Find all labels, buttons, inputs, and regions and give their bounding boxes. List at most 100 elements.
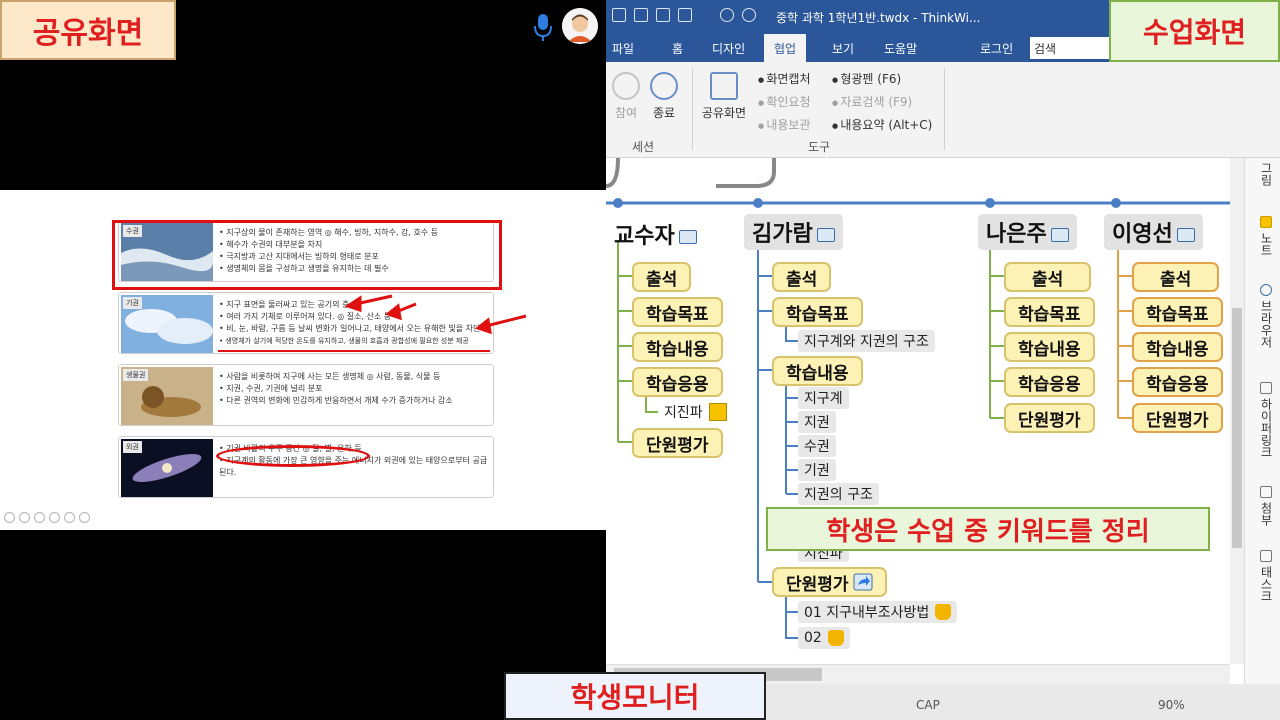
side-tab-label: 첨부 [1259, 502, 1273, 526]
mindmap-node[interactable]: 출석 [632, 262, 692, 292]
mindmap-leaf[interactable]: 지권 [798, 411, 836, 433]
open-file-icon[interactable] [656, 8, 670, 22]
ribbon-separator [944, 68, 945, 150]
microphone-icon[interactable] [532, 10, 554, 44]
slide-card-line: 다른 권역의 변화에 민감하게 반응하면서 개체 수가 증가하거나 감소 [219, 395, 452, 407]
highlight-oval [216, 445, 370, 467]
grid-icon[interactable] [64, 512, 75, 523]
next-slide-icon[interactable] [19, 512, 30, 523]
menu-file[interactable]: 파일 [612, 40, 634, 57]
tool-highlighter[interactable]: 형광펜 (F6) [832, 70, 901, 87]
user-avatar[interactable] [562, 8, 598, 44]
pen-tool-icon[interactable] [612, 8, 626, 22]
mindmap-leaf[interactable]: 기권 [798, 459, 836, 481]
side-tab-label: 브라우저 [1259, 300, 1273, 348]
mindmap-node[interactable]: 단원평가 [1004, 403, 1095, 433]
mindmap-canvas[interactable]: 교수자 출석 학습목표 학습내용 학습응용 지진파 단원평가 김가람 출석 학습… [606, 158, 1230, 664]
menu-login[interactable]: 로그인 [980, 40, 1013, 57]
column-student-kimgaram[interactable]: 김가람 [744, 214, 843, 250]
search-input[interactable]: 검색 [1030, 37, 1110, 59]
mindmap-node[interactable]: 학습내용 [772, 356, 863, 386]
pen-icon[interactable] [34, 512, 45, 523]
tool-content-archive[interactable]: 내용보관 [758, 116, 810, 133]
leaf-label: 01 지구내부조사방법 [804, 605, 930, 621]
shared-screen-pane: 공유화면 수권 지구상의 물이 존재하는 영역 ◎ 해수, 빙하, 지하수, [0, 0, 606, 720]
tool-screen-capture[interactable]: 화면캡처 [758, 70, 810, 87]
mindmap-node[interactable]: 학습목표 [1132, 297, 1223, 327]
mindmap-node[interactable]: 학습응용 [1004, 367, 1095, 397]
side-tab-browser[interactable]: 브라우저 [1251, 284, 1275, 348]
save-icon[interactable] [678, 8, 692, 22]
mindmap-node[interactable]: 단원평가 [1132, 403, 1223, 433]
mindmap-node[interactable]: 출석 [1132, 262, 1220, 292]
class-screen-label: 수업화면 [1109, 0, 1280, 62]
slide-toolbar [4, 512, 90, 523]
side-tab-label: 하이퍼링크 [1259, 398, 1273, 458]
redo-icon[interactable] [742, 8, 756, 22]
side-tab-note[interactable]: 노트 [1251, 216, 1275, 256]
join-button[interactable]: 참여 [606, 72, 646, 121]
column-title: 교수자 [614, 224, 675, 249]
scrollbar-thumb[interactable] [1232, 308, 1242, 548]
globe-icon [1260, 284, 1272, 296]
caps-lock-indicator: CAP [916, 698, 940, 712]
highlight-box [112, 220, 502, 290]
menu-help[interactable]: 도움말 [884, 40, 917, 57]
task-icon [1260, 550, 1272, 562]
slide-card-line: 사람을 비롯하여 지구에 사는 모든 생명체 ◎ 사람, 동물, 식물 등 [219, 371, 453, 383]
more-icon[interactable] [79, 512, 90, 523]
computer-icon [816, 228, 835, 242]
side-tab-attachment[interactable]: 첨부 [1251, 486, 1275, 526]
mindmap-node[interactable]: 학습내용 [1132, 332, 1223, 362]
menu-collaboration[interactable]: 협업 [764, 34, 807, 62]
tool-check-request[interactable]: 확인요청 [758, 93, 810, 110]
leaf-label: 02 [804, 630, 822, 646]
new-file-icon[interactable] [634, 8, 648, 22]
mindmap-node[interactable]: 학습목표 [772, 297, 863, 327]
share-screen-button[interactable]: 공유화면 [698, 72, 750, 121]
mindmap-node[interactable]: 출석 [1004, 262, 1092, 292]
mindmap-leaf[interactable]: 01 지구내부조사방법 [798, 601, 958, 623]
side-tab-hyperlink[interactable]: 하이퍼링크 [1251, 382, 1275, 458]
mindmap-node[interactable]: 단원평가 [632, 428, 723, 458]
menu-view[interactable]: 보기 [832, 40, 854, 57]
side-tab-task[interactable]: 태스크 [1251, 550, 1275, 602]
computer-icon [1176, 228, 1195, 242]
mindmap-node[interactable]: 학습응용 [1132, 367, 1223, 397]
mindmap-leaf[interactable]: 02 [798, 627, 850, 649]
vertical-scrollbar[interactable] [1230, 158, 1244, 664]
node-label: 단원평가 [786, 574, 849, 595]
side-tab-picture[interactable]: 그림 [1251, 162, 1275, 186]
tool-search-material[interactable]: 자료검색 (F9) [832, 93, 912, 110]
session-group-label: 세션 [632, 140, 655, 154]
thumbs-up-icon [827, 630, 844, 646]
note-icon[interactable] [708, 403, 727, 421]
mindmap-node[interactable]: 학습목표 [1004, 297, 1095, 327]
mindmap-node[interactable]: 학습응용 [632, 367, 723, 397]
zoom-icon[interactable] [49, 512, 60, 523]
mindmap-node[interactable]: 학습내용 [632, 332, 723, 362]
menu-home[interactable]: 홈 [672, 40, 683, 57]
mindmap-leaf[interactable]: 지구계와 지권의 구조 [798, 330, 935, 352]
mindmap-leaf[interactable]: 수권 [798, 435, 836, 457]
share-arrow-icon[interactable] [853, 573, 873, 591]
mindmap-leaf[interactable]: 지구계 [798, 387, 849, 409]
undo-icon[interactable] [720, 8, 734, 22]
mindmap-node[interactable]: 학습목표 [632, 297, 723, 327]
end-button[interactable]: 종료 [644, 72, 684, 121]
quick-access-toolbar [612, 8, 756, 22]
mindmap-node[interactable]: 출석 [772, 262, 832, 292]
menu-design[interactable]: 디자인 [712, 40, 745, 57]
share-screen-icon [710, 72, 738, 100]
mindmap-node[interactable]: 단원평가 [772, 567, 887, 597]
keyword-note-label: 학생은 수업 중 키워드를 정리 [766, 507, 1210, 551]
tool-summary[interactable]: 내용요약 (Alt+C) [832, 116, 932, 133]
prev-slide-icon[interactable] [4, 512, 15, 523]
column-teacher[interactable]: 교수자 [606, 216, 705, 252]
mindmap-leaf[interactable]: 지진파 [658, 401, 733, 423]
column-student-naeunju[interactable]: 나은주 [978, 214, 1077, 250]
column-student-leeyoungseon[interactable]: 이영선 [1104, 214, 1203, 250]
mindmap-leaf[interactable]: 지권의 구조 [798, 483, 879, 505]
mindmap-node[interactable]: 학습내용 [1004, 332, 1095, 362]
zoom-level[interactable]: 90% [1158, 698, 1185, 712]
